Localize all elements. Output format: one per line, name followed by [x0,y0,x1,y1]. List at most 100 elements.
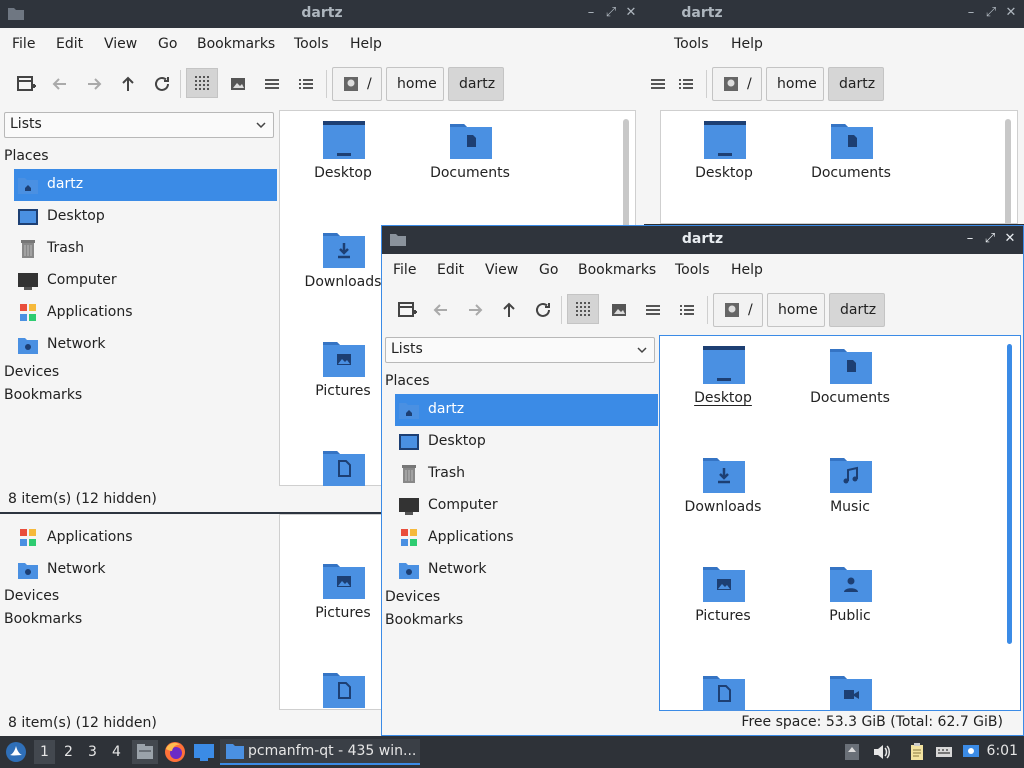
start-menu-icon[interactable] [5,741,27,763]
keyboard-layout-icon[interactable] [935,743,953,761]
back-icon[interactable] [429,298,453,322]
folder-view[interactable]: Desktop Documents [660,110,1018,224]
detailed-list-view-icon[interactable] [294,72,318,96]
file-item-documents[interactable]: Documents [790,338,910,438]
task-button-pcmanfm[interactable]: pcmanfm-qt - 435 win... [220,739,420,765]
icon-view-button[interactable] [567,294,599,324]
menu-edit[interactable]: Edit [437,262,464,278]
file-item-desktop[interactable]: Desktop [283,113,403,213]
bookmarks-header[interactable]: Bookmarks [4,387,82,403]
places-header[interactable]: Places [4,148,49,164]
new-tab-icon[interactable] [395,298,419,322]
maximize-button[interactable]: ⤢ [983,232,997,246]
file-item-pictures[interactable]: Pictures [663,556,783,656]
menu-tools[interactable]: Tools [675,262,710,278]
bookmarks-header[interactable]: Bookmarks [385,612,463,628]
file-item-desktop[interactable]: Desktop [664,113,784,213]
close-button[interactable]: ✕ [1004,6,1018,20]
menu-file[interactable]: File [393,262,416,278]
path-root-button[interactable]: / [712,67,762,101]
compact-view-icon[interactable] [641,298,665,322]
up-icon[interactable] [116,72,140,96]
sidebar-item-network[interactable]: Network [395,554,658,586]
back-icon[interactable] [48,72,72,96]
sidebar-item-desktop[interactable]: Desktop [395,426,658,458]
folder-view[interactable]: Pictures [279,514,382,710]
file-item-pictures[interactable]: Pictures [283,553,382,653]
thumbnail-view-icon[interactable] [226,72,250,96]
close-button[interactable]: ✕ [1003,232,1017,246]
file-item-public[interactable]: Public [790,556,910,656]
maximize-button[interactable]: ⤢ [604,6,618,20]
reload-icon[interactable] [150,72,174,96]
file-manager-launcher[interactable] [132,740,158,764]
file-item-desktop[interactable]: Desktop [663,338,783,438]
compact-view-icon[interactable] [646,72,670,96]
window-back-right[interactable]: dartz – ⤢ ✕ Tools Help / home dartz Desk… [644,0,1024,224]
file-item-downloads[interactable]: Downloads [663,447,783,547]
minimize-button[interactable]: – [584,6,598,20]
path-dartz-button[interactable]: dartz [448,67,504,101]
close-button[interactable]: ✕ [624,6,638,20]
path-root-button[interactable]: / [713,293,763,327]
menu-bookmarks[interactable]: Bookmarks [578,262,656,278]
sidebar-item-desktop[interactable]: Desktop [14,201,277,233]
menu-help[interactable]: Help [731,262,763,278]
thumbnail-view-icon[interactable] [607,298,631,322]
minimize-button[interactable]: – [964,6,978,20]
sidebar-item-dartz[interactable]: dartz [395,394,658,426]
file-item-music[interactable]: Music [790,447,910,547]
network-status-icon[interactable] [962,743,980,761]
path-dartz-button[interactable]: dartz [829,293,885,327]
devices-header[interactable]: Devices [4,588,59,604]
menu-view[interactable]: View [485,262,518,278]
menu-edit[interactable]: Edit [56,36,83,52]
sidebar-item-trash[interactable]: Trash [14,233,277,265]
menu-help[interactable]: Help [350,36,382,52]
menu-tools[interactable]: Tools [674,36,709,52]
menu-go[interactable]: Go [158,36,177,52]
menu-file[interactable]: File [12,36,35,52]
menu-tools[interactable]: Tools [294,36,329,52]
title-bar[interactable]: dartz – ⤢ ✕ [644,0,1024,28]
updates-icon[interactable] [843,743,861,761]
path-home-button[interactable]: home [767,293,825,327]
window-back-lower[interactable]: Applications Network Devices Bookmarks P… [0,514,382,736]
path-home-button[interactable]: home [386,67,444,101]
sidebar-item-computer[interactable]: Computer [14,265,277,297]
clipboard-icon[interactable] [908,743,926,761]
file-item-documents[interactable]: Documents [410,113,530,213]
desktop-show-icon[interactable] [193,742,215,762]
menu-help[interactable]: Help [731,36,763,52]
file-item-documents[interactable]: Documents [791,113,911,213]
vertical-scrollbar[interactable] [1007,344,1012,644]
menu-go[interactable]: Go [539,262,558,278]
sidebar-item-computer[interactable]: Computer [395,490,658,522]
clock[interactable]: 6:01 [987,743,1018,759]
path-dartz-button[interactable]: dartz [828,67,884,101]
devices-header[interactable]: Devices [4,364,59,380]
up-icon[interactable] [497,298,521,322]
minimize-button[interactable]: – [963,232,977,246]
folder-view[interactable]: Desktop Documents Downloads Music Pictur… [659,335,1021,711]
side-pane-mode-select[interactable]: Lists [385,337,655,363]
firefox-icon[interactable] [164,741,186,763]
workspace-2[interactable]: 2 [64,744,73,760]
volume-icon[interactable] [872,743,890,761]
sidebar-item-trash[interactable]: Trash [395,458,658,490]
devices-header[interactable]: Devices [385,589,440,605]
title-bar[interactable]: dartz – ⤢ ✕ [382,226,1023,254]
detailed-list-view-icon[interactable] [675,298,699,322]
sidebar-item-applications[interactable]: Applications [395,522,658,554]
sidebar-item-applications[interactable]: Applications [14,522,277,554]
detailed-list-view-icon[interactable] [674,72,698,96]
side-pane-mode-select[interactable]: Lists [4,112,274,138]
sidebar-item-applications[interactable]: Applications [14,297,277,329]
workspace-4[interactable]: 4 [112,744,121,760]
icon-view-button[interactable] [186,68,218,98]
window-front[interactable]: dartz – ⤢ ✕ File Edit View Go Bookmarks … [381,225,1024,736]
path-root-button[interactable]: / [332,67,382,101]
vertical-scrollbar[interactable] [1005,119,1011,224]
workspace-3[interactable]: 3 [88,744,97,760]
menu-bookmarks[interactable]: Bookmarks [197,36,275,52]
